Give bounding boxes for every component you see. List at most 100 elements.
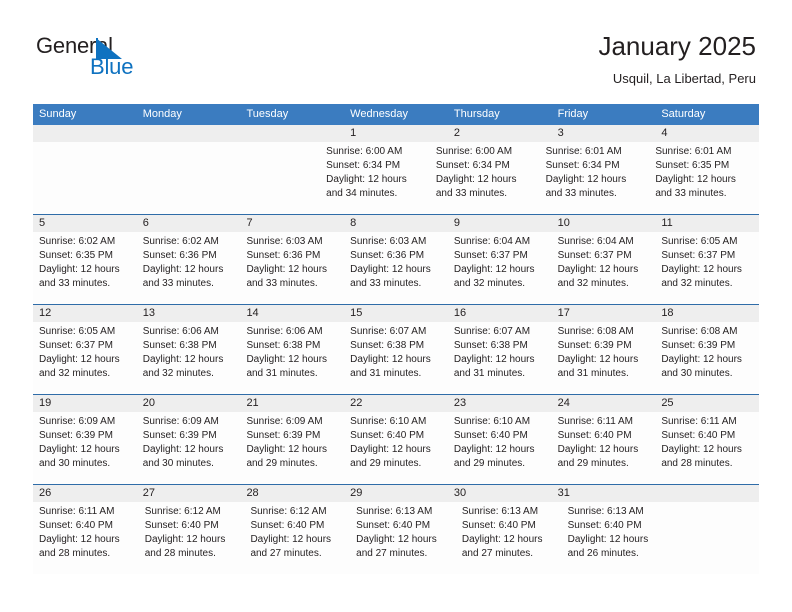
week-daynumber-band: 5 6 7 8 9 10 11 [33,215,759,232]
sunrise-text: Sunrise: 6:01 AM [655,146,732,157]
day-number[interactable]: 22 [344,395,448,412]
day-cell[interactable]: Sunrise: 6:00 AM Sunset: 6:34 PM Daylight:… [430,142,540,214]
day-number[interactable]: 20 [137,395,241,412]
day-number[interactable]: 7 [240,215,344,232]
sunrise-text: Sunrise: 6:02 AM [142,236,219,247]
day-cell[interactable]: Sunrise: 6:06 AM Sunset: 6:38 PM Daylight:… [240,322,344,394]
day-number[interactable]: 29 [344,485,448,502]
day-cell[interactable]: Sunrise: 6:09 AM Sunset: 6:39 PM Daylight:… [33,412,137,484]
sunrise-text: Sunrise: 6:11 AM [39,506,115,517]
sunrise-text: Sunrise: 6:11 AM [557,416,634,427]
sunset-text: Sunset: 6:37 PM [39,340,113,351]
sunset-text: Sunset: 6:34 PM [326,160,401,171]
day-cell[interactable]: Sunrise: 6:01 AM Sunset: 6:35 PM Daylight:… [649,142,759,214]
day-cell[interactable]: Sunrise: 6:07 AM Sunset: 6:38 PM Daylight:… [448,322,552,394]
day-number[interactable]: 21 [240,395,344,412]
day-number[interactable]: 26 [33,485,137,502]
day-number[interactable]: 9 [448,215,552,232]
day-cell[interactable]: Sunrise: 6:02 AM Sunset: 6:36 PM Daylight:… [137,232,241,304]
day-number[interactable]: 10 [552,215,656,232]
day-cell[interactable]: Sunrise: 6:04 AM Sunset: 6:37 PM Daylight:… [552,232,656,304]
calendar-week-row: 12 13 14 15 16 17 18 Sunrise: 6:05 AM Sunset: 6:… [33,304,759,394]
sunset-text: Sunset: 6:36 PM [350,250,425,261]
day-number[interactable]: 3 [552,125,656,142]
day-cell[interactable]: Sunrise: 6:05 AM Sunset: 6:37 PM Daylight:… [33,322,137,394]
daylight-text-line1: Daylight: 12 hours [567,534,649,545]
day-number[interactable]: 25 [655,395,759,412]
day-cell[interactable]: Sunrise: 6:07 AM Sunset: 6:38 PM Daylight:… [344,322,448,394]
day-cell[interactable]: Sunrise: 6:11 AM Sunset: 6:40 PM Daylight:… [552,412,656,484]
day-cell[interactable]: Sunrise: 6:12 AM Sunset: 6:40 PM Daylight:… [244,502,350,574]
day-cell[interactable]: Sunrise: 6:05 AM Sunset: 6:37 PM Daylight:… [655,232,759,304]
day-cell[interactable]: Sunrise: 6:06 AM Sunset: 6:38 PM Daylight:… [137,322,241,394]
day-cell-empty [667,502,759,574]
day-number[interactable]: 4 [655,125,759,142]
day-number[interactable]: 5 [33,215,137,232]
sunrise-text: Sunrise: 6:07 AM [350,326,427,337]
daylight-text-line2: and 32 minutes. [39,368,111,379]
day-cell[interactable]: Sunrise: 6:10 AM Sunset: 6:40 PM Daylight:… [448,412,552,484]
daylight-text-line1: Daylight: 12 hours [661,444,742,455]
day-cell[interactable]: Sunrise: 6:13 AM Sunset: 6:40 PM Daylight:… [350,502,456,574]
daylight-text-line1: Daylight: 12 hours [453,354,535,365]
calendar-week-row: 19 20 21 22 23 24 25 Sunrise: 6:09 AM Sunset: 6:… [33,394,759,484]
weekday-header-friday: Friday [557,108,589,120]
daylight-text-line2: and 31 minutes. [350,368,422,379]
sunrise-text: Sunrise: 6:04 AM [453,236,531,247]
day-cell[interactable]: Sunrise: 6:09 AM Sunset: 6:39 PM Daylight:… [240,412,344,484]
day-number[interactable]: 12 [33,305,137,322]
day-cell[interactable]: Sunrise: 6:03 AM Sunset: 6:36 PM Daylight:… [240,232,344,304]
week-detail-band: Sunrise: 6:09 AM Sunset: 6:39 PM Daylight:… [33,412,759,484]
day-number[interactable]: 18 [655,305,759,322]
daylight-text-line1: Daylight: 12 hours [144,534,226,545]
sunrise-text: Sunrise: 6:13 AM [567,506,644,517]
day-number[interactable]: 8 [344,215,448,232]
day-number[interactable]: 6 [137,215,241,232]
day-number[interactable]: 15 [344,305,448,322]
day-cell[interactable]: Sunrise: 6:08 AM Sunset: 6:39 PM Daylight:… [552,322,656,394]
day-cell[interactable]: Sunrise: 6:01 AM Sunset: 6:34 PM Daylight:… [540,142,650,214]
day-number[interactable]: 31 [552,485,656,502]
day-cell[interactable]: Sunrise: 6:11 AM Sunset: 6:40 PM Daylight:… [33,502,139,574]
sunrise-text: Sunrise: 6:13 AM [356,506,433,517]
day-number[interactable]: 1 [344,125,448,142]
day-cell[interactable]: Sunrise: 6:08 AM Sunset: 6:39 PM Daylight:… [655,322,759,394]
day-number[interactable]: 23 [448,395,552,412]
sunset-text: Sunset: 6:40 PM [461,520,536,531]
daylight-text-line1: Daylight: 12 hours [557,264,639,275]
sunrise-text: Sunrise: 6:09 AM [246,416,323,427]
calendar-week-row: 1 2 3 4 Sunrise: 6:00 AM Sunset: 6:34 PM Dayli… [33,125,759,214]
day-number[interactable]: 14 [240,305,344,322]
day-number[interactable]: 17 [552,305,656,322]
day-number[interactable]: 13 [137,305,241,322]
day-number[interactable]: 11 [655,215,759,232]
day-number[interactable]: 30 [448,485,552,502]
daylight-text-line1: Daylight: 12 hours [246,354,328,365]
day-cell[interactable]: Sunrise: 6:10 AM Sunset: 6:40 PM Daylight:… [344,412,448,484]
daylight-text-line1: Daylight: 12 hours [250,534,332,545]
day-cell[interactable]: Sunrise: 6:00 AM Sunset: 6:34 PM Daylight:… [320,142,430,214]
day-cell[interactable]: Sunrise: 6:03 AM Sunset: 6:36 PM Daylight:… [344,232,448,304]
day-cell-empty [129,142,225,214]
day-cell[interactable]: Sunrise: 6:13 AM Sunset: 6:40 PM Daylight:… [456,502,562,574]
day-cell[interactable]: Sunrise: 6:12 AM Sunset: 6:40 PM Daylight:… [139,502,245,574]
day-cell[interactable]: Sunrise: 6:04 AM Sunset: 6:37 PM Daylight:… [448,232,552,304]
daylight-text-line2: and 31 minutes. [557,368,629,379]
day-cell[interactable]: Sunrise: 6:09 AM Sunset: 6:39 PM Daylight:… [137,412,241,484]
day-number[interactable]: 19 [33,395,137,412]
day-cell[interactable]: Sunrise: 6:11 AM Sunset: 6:40 PM Daylight:… [655,412,759,484]
sunrise-text: Sunrise: 6:00 AM [326,146,403,157]
day-number[interactable]: 27 [137,485,241,502]
week-daynumber-band: 26 27 28 29 30 31 [33,485,759,502]
day-cell[interactable]: Sunrise: 6:13 AM Sunset: 6:40 PM Daylight:… [562,502,668,574]
sunset-text: Sunset: 6:35 PM [39,250,113,261]
sunset-text: Sunset: 6:39 PM [142,430,217,441]
sunset-text: Sunset: 6:37 PM [453,250,528,261]
daylight-text-line2: and 27 minutes. [356,548,428,559]
day-number[interactable]: 28 [240,485,344,502]
day-number[interactable]: 2 [448,125,552,142]
day-number[interactable]: 16 [448,305,552,322]
brand-logo[interactable]: General Blue [36,33,276,88]
day-cell[interactable]: Sunrise: 6:02 AM Sunset: 6:35 PM Daylight:… [33,232,137,304]
day-number[interactable]: 24 [552,395,656,412]
